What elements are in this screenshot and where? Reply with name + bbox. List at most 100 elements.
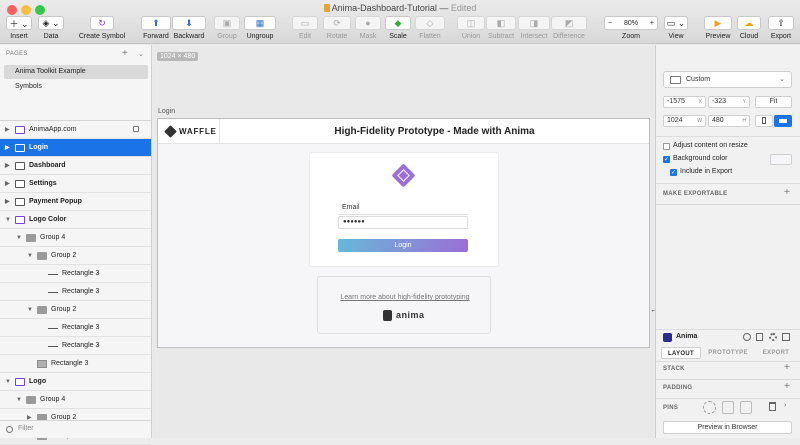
page-item[interactable]: Anima Toolkit Example — [4, 65, 148, 79]
disclosure-closed-icon[interactable]: ▶ — [5, 193, 10, 211]
artboard-label[interactable]: Login — [158, 108, 175, 115]
layer-row[interactable]: Rectangle 3 — [0, 355, 151, 373]
intersect-button[interactable]: ◨ Intersect — [518, 16, 550, 40]
layer-row[interactable]: ▼ Group 4 — [0, 391, 151, 409]
layer-row[interactable]: ▶ Settings — [0, 175, 151, 193]
layer-row[interactable]: ▼ Group 2 — [0, 301, 151, 319]
artboard-login[interactable]: WAFFLE High-Fidelity Prototype - Made wi… — [157, 118, 658, 348]
disclosure-closed-icon[interactable]: ▶ — [5, 139, 10, 157]
scale-button[interactable]: ◆ Scale — [385, 16, 411, 40]
export-button[interactable]: ⇧ Export — [768, 16, 794, 40]
layer-row[interactable]: Rectangle 3 — [0, 337, 151, 355]
disclosure-open-icon[interactable]: ▼ — [16, 391, 22, 409]
chevron-right-icon[interactable]: › — [784, 402, 786, 409]
canvas[interactable]: 1024 × 480 Login WAFFLE High-Fidelity Pr… — [153, 45, 658, 438]
layer-label: Login — [29, 144, 49, 151]
disclosure-open-icon[interactable]: ▼ — [16, 229, 22, 247]
add-stack-button[interactable]: + — [784, 362, 790, 373]
preset-value: Custom — [686, 76, 711, 83]
layer-label: AnimaApp.com — [29, 126, 77, 133]
layer-row[interactable]: Rectangle 3 — [0, 283, 151, 301]
edit-button[interactable]: ▭ Edit — [292, 16, 318, 40]
add-page-button[interactable]: + — [122, 48, 128, 59]
insert-button[interactable]: ＋ ⌄ Insert — [6, 16, 32, 40]
layer-row[interactable]: ▼ Logo Color — [0, 211, 151, 229]
portrait-button[interactable] — [755, 115, 773, 127]
ungroup-button[interactable]: ▦ Ungroup — [244, 16, 276, 40]
backward-label: Backward — [173, 33, 205, 40]
collapse-pages-button[interactable]: ⌄ — [138, 50, 144, 58]
cloud-button[interactable]: ☁ Cloud — [737, 16, 761, 40]
rotate-button[interactable]: ⟳ Rotate — [323, 16, 351, 40]
tab-prototype[interactable]: PROTOTYPE — [703, 347, 753, 359]
layer-row[interactable]: ▶ Payment Popup — [0, 193, 151, 211]
preview-button[interactable]: ▶ Preview — [704, 16, 732, 40]
chat-icon[interactable] — [743, 333, 751, 341]
pin-all-icon[interactable] — [703, 401, 716, 414]
zoom-label: Zoom — [622, 33, 640, 40]
layer-row[interactable]: ▶ Dashboard — [0, 157, 151, 175]
layer-row[interactable]: ▼ Group 4 — [0, 229, 151, 247]
disclosure-closed-icon[interactable]: ▶ — [5, 157, 10, 175]
layer-row[interactable]: ▶ Login — [0, 139, 151, 157]
anima-logo-icon — [383, 310, 392, 321]
layer-row[interactable]: Rectangle 3 — [0, 319, 151, 337]
preview-in-browser-button[interactable]: Preview in Browser — [663, 421, 792, 434]
group-button[interactable]: ▣ Group — [214, 16, 240, 40]
pin-vertical-icon[interactable] — [740, 401, 752, 414]
trash-icon[interactable] — [769, 402, 776, 411]
backward-button[interactable]: ⬇ Backward — [172, 16, 206, 40]
learn-more-link[interactable]: Learn more about high-fidelity prototypi… — [318, 294, 492, 301]
data-button[interactable]: ◈ ⌄ Data — [38, 16, 64, 40]
zoom-stepper[interactable]: − 80% + — [604, 16, 658, 30]
include-in-export-checkbox[interactable]: ✓ — [670, 169, 677, 176]
pin-horizontal-icon[interactable] — [722, 401, 734, 414]
layer-row[interactable]: ▼ Group 2 — [0, 247, 151, 265]
create-symbol-button[interactable]: ↻ Create Symbol — [78, 16, 126, 40]
background-color-swatch[interactable] — [770, 154, 792, 165]
subtract-button[interactable]: ◧ Subtract — [486, 16, 516, 40]
mask-button[interactable]: ● Mask — [355, 16, 381, 40]
layer-row[interactable]: ▶ AnimaApp.com — [0, 121, 151, 139]
disclosure-open-icon[interactable]: ▼ — [27, 301, 33, 319]
preview-label: Preview — [705, 33, 731, 40]
learn-more-card: Learn more about high-fidelity prototypi… — [317, 276, 491, 334]
layer-row[interactable]: ▼ Logo — [0, 373, 151, 391]
lock-icon[interactable] — [133, 126, 139, 132]
disclosure-closed-icon[interactable]: ▶ — [5, 175, 10, 193]
password-field[interactable]: ●●●●●● — [338, 216, 468, 229]
add-export-button[interactable]: + — [784, 187, 790, 198]
height-field[interactable]: 480 H — [708, 115, 750, 127]
union-button[interactable]: ◫ Union — [457, 16, 485, 40]
settings-gear-icon[interactable] — [769, 333, 777, 341]
tab-layout[interactable]: LAYOUT — [661, 347, 701, 359]
add-padding-button[interactable]: + — [784, 381, 790, 392]
book-icon[interactable] — [756, 333, 763, 341]
landscape-button[interactable] — [774, 115, 792, 127]
fit-button[interactable]: Fit — [755, 96, 792, 108]
layer-label: Logo Color — [29, 216, 67, 223]
filter-input[interactable]: Filter — [18, 425, 34, 432]
disclosure-closed-icon[interactable]: ▶ — [5, 121, 10, 139]
disclosure-open-icon[interactable]: ▼ — [5, 211, 11, 229]
x-field[interactable]: -1575 X — [663, 96, 706, 108]
adjust-content-checkbox[interactable] — [663, 143, 670, 150]
disclosure-open-icon[interactable]: ▼ — [27, 247, 33, 265]
y-field[interactable]: -323 Y — [708, 96, 750, 108]
disclosure-open-icon[interactable]: ▼ — [5, 373, 11, 391]
layout-icon[interactable] — [782, 333, 790, 341]
login-button[interactable]: Login — [338, 239, 468, 252]
zoom-in-button[interactable]: + — [650, 20, 654, 27]
view-button[interactable]: ▭ ⌄ View — [664, 16, 688, 40]
layer-row[interactable]: Rectangle 3 — [0, 265, 151, 283]
background-color-checkbox[interactable]: ✓ — [663, 156, 670, 163]
flatten-button[interactable]: ◇ Flatten — [415, 16, 445, 40]
ungroup-label: Ungroup — [246, 33, 274, 40]
width-field[interactable]: 1024 W — [663, 115, 706, 127]
difference-button[interactable]: ◩ Difference — [551, 16, 587, 40]
forward-button[interactable]: ⬆ Forward — [141, 16, 171, 40]
page-item[interactable]: Symbols — [4, 80, 148, 94]
tab-export[interactable]: EXPORT — [756, 347, 796, 359]
zoom-out-button[interactable]: − — [608, 20, 612, 27]
artboard-preset-dropdown[interactable]: Custom ⌄ — [663, 71, 792, 88]
